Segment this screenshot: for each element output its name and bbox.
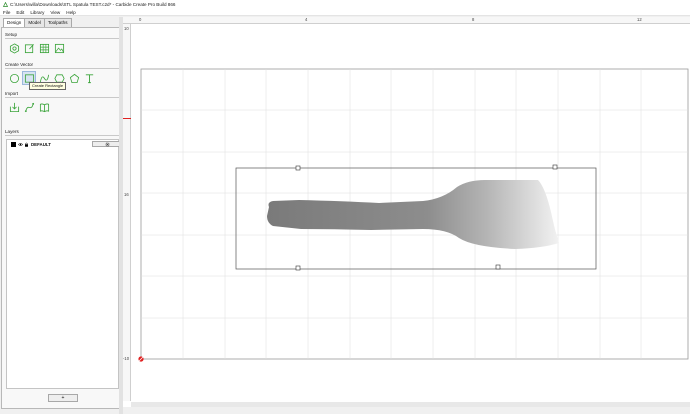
menu-view[interactable]: View — [50, 10, 60, 15]
gear-icon — [105, 142, 109, 146]
tab-strip: Design Model Toolpaths — [3, 18, 72, 28]
ruler-tick-label: 16 — [124, 192, 129, 197]
design-panel: Design Model Toolpaths Setup Create Vect… — [0, 17, 122, 414]
workspace-drawing[interactable] — [123, 17, 690, 402]
layer-settings-button[interactable] — [92, 141, 122, 147]
library-button[interactable] — [38, 101, 50, 113]
layer-row[interactable]: DEFAULT — [8, 141, 122, 148]
image-button[interactable] — [53, 42, 65, 54]
status-bar — [123, 407, 690, 414]
ruler-tick-label: 12 — [637, 17, 642, 22]
top-ruler: 0 4 8 12 — [123, 17, 690, 24]
divider — [5, 38, 120, 39]
import-arrow-icon — [9, 102, 19, 112]
import-toolbar — [8, 101, 53, 113]
text-icon — [85, 73, 93, 83]
menu-edit[interactable]: Edit — [16, 10, 24, 15]
ruler-tick-label: -10 — [123, 356, 130, 361]
eye-icon[interactable] — [18, 142, 23, 147]
menu-bar: File Edit Library View Help — [0, 9, 690, 16]
section-layers-label: Layers — [5, 129, 19, 134]
import-path-icon — [24, 102, 34, 112]
tab-model[interactable]: Model — [24, 18, 45, 27]
layer-name[interactable]: DEFAULT — [31, 142, 51, 147]
import-path-button[interactable] — [23, 101, 35, 113]
ruler-tick-label: 4 — [305, 17, 308, 22]
divider — [5, 68, 120, 69]
job-setup-button[interactable] — [8, 42, 20, 54]
spatula-model[interactable] — [267, 180, 559, 249]
section-create-vector-label: Create Vector — [5, 62, 34, 67]
section-import-label: Import — [5, 91, 19, 96]
setup-toolbar — [8, 42, 68, 54]
title-bar: C:\Users\willa\Downloads\STL Spatula TES… — [0, 0, 690, 9]
grid-button[interactable] — [38, 42, 50, 54]
create-circle-button[interactable] — [8, 72, 20, 84]
left-ruler: 10 16 -10 — [123, 24, 131, 401]
ruler-tick-label: 10 — [124, 26, 129, 31]
layer-color-swatch[interactable] — [11, 142, 16, 147]
ruler-tick-label: 0 — [139, 17, 142, 22]
tab-toolpaths[interactable]: Toolpaths — [43, 18, 72, 27]
origin-marker — [138, 356, 144, 362]
create-text-button[interactable] — [83, 72, 95, 84]
settings-hex-icon — [9, 42, 19, 54]
pentagon-icon — [69, 73, 79, 83]
app-logo-icon — [3, 2, 8, 7]
image-icon — [54, 43, 64, 53]
window-title: C:\Users\willa\Downloads\STL Spatula TES… — [10, 2, 176, 7]
section-setup-label: Setup — [5, 32, 18, 37]
edit-document-button[interactable] — [23, 42, 35, 54]
carbide-create-window: C:\Users\willa\Downloads\STL Spatula TES… — [0, 0, 690, 414]
ruler-tick-label: 8 — [472, 17, 475, 22]
lock-icon[interactable] — [24, 142, 29, 147]
menu-help[interactable]: Help — [66, 10, 75, 15]
create-rectangle-tooltip: Create Rectangle — [29, 82, 67, 90]
divider — [5, 135, 120, 136]
layers-list: DEFAULT — [6, 139, 122, 389]
book-icon — [39, 103, 49, 112]
menu-file[interactable]: File — [3, 10, 10, 15]
grid-icon — [39, 43, 49, 53]
edit-document-icon — [24, 43, 34, 53]
divider — [5, 97, 120, 98]
circle-icon — [9, 73, 19, 83]
menu-library[interactable]: Library — [30, 10, 44, 15]
create-pentagon-button[interactable] — [68, 72, 80, 84]
add-layer-button[interactable]: + — [48, 394, 78, 402]
cursor-position-marker — [123, 118, 131, 119]
import-vector-button[interactable] — [8, 101, 20, 113]
